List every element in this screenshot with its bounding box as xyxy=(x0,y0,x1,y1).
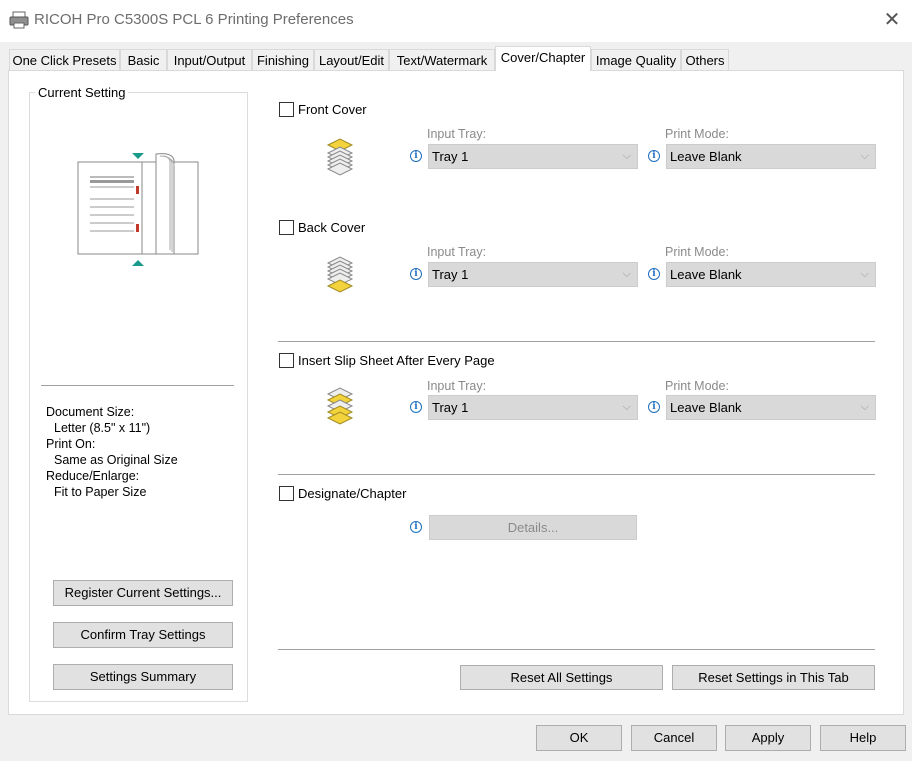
reduce-enlarge-label: Reduce/Enlarge: xyxy=(46,469,140,483)
front-cover-print-mode-label: Print Mode: xyxy=(665,127,729,141)
tab-one-click-presets[interactable]: One Click Presets xyxy=(9,49,120,70)
reset-all-settings-button[interactable]: Reset All Settings xyxy=(460,665,663,690)
close-icon[interactable]: ✕ xyxy=(878,6,906,34)
designate-chapter-label: Designate/Chapter xyxy=(298,486,407,501)
print-on-value: Same as Original Size xyxy=(54,453,178,467)
back-cover-stack-icon xyxy=(326,256,354,293)
footer-divider xyxy=(278,649,875,650)
info-icon[interactable]: i xyxy=(410,268,422,280)
chevron-down-icon: ⌵ xyxy=(860,150,869,162)
reset-settings-in-tab-button[interactable]: Reset Settings in This Tab xyxy=(672,665,875,690)
chevron-down-icon: ⌵ xyxy=(860,268,869,280)
window-title: RICOH Pro C5300S PCL 6 Printing Preferen… xyxy=(34,11,354,28)
front-cover-input-tray-label: Input Tray: xyxy=(427,127,487,141)
slip-sheet-input-tray-label: Input Tray: xyxy=(427,379,487,393)
front-cover-input-tray-value: Tray 1 xyxy=(432,149,469,164)
tab-image-quality[interactable]: Image Quality xyxy=(591,49,681,70)
tab-text-watermark[interactable]: Text/Watermark xyxy=(389,49,495,70)
slip-sheet-checkbox[interactable] xyxy=(279,353,294,368)
ok-button[interactable]: OK xyxy=(536,725,622,751)
chevron-down-icon: ⌵ xyxy=(860,401,869,413)
back-cover-print-mode-select[interactable]: Leave Blank ⌵ xyxy=(666,262,876,287)
back-cover-input-tray-value: Tray 1 xyxy=(432,267,469,282)
back-cover-label: Back Cover xyxy=(298,220,366,235)
front-cover-print-mode-value: Leave Blank xyxy=(670,149,742,164)
document-size-value: Letter (8.5" x 11") xyxy=(54,421,151,435)
document-size-label: Document Size: xyxy=(46,405,135,419)
info-icon[interactable]: i xyxy=(648,150,660,162)
slip-sheet-label: Insert Slip Sheet After Every Page xyxy=(298,353,495,368)
info-icon[interactable]: i xyxy=(410,401,422,413)
booklet-preview-image xyxy=(77,153,199,266)
designate-chapter-checkbox[interactable] xyxy=(279,486,294,501)
back-cover-print-mode-value: Leave Blank xyxy=(670,267,742,282)
info-icon[interactable]: i xyxy=(410,150,422,162)
slip-sheet-print-mode-select[interactable]: Leave Blank ⌵ xyxy=(666,395,876,420)
back-cover-input-tray-label: Input Tray: xyxy=(427,245,487,259)
section-divider xyxy=(278,474,875,475)
print-on-label: Print On: xyxy=(46,437,96,451)
slip-sheet-print-mode-label: Print Mode: xyxy=(665,379,729,393)
back-cover-input-tray-select[interactable]: Tray 1 ⌵ xyxy=(428,262,638,287)
tab-finishing[interactable]: Finishing xyxy=(252,49,314,70)
confirm-tray-settings-button[interactable]: Confirm Tray Settings xyxy=(53,622,233,648)
chevron-down-icon: ⌵ xyxy=(622,268,631,280)
info-icon[interactable]: i xyxy=(648,401,660,413)
slip-sheet-input-tray-value: Tray 1 xyxy=(432,400,469,415)
chevron-down-icon: ⌵ xyxy=(622,401,631,413)
slip-sheet-input-tray-select[interactable]: Tray 1 ⌵ xyxy=(428,395,638,420)
slip-sheet-stack-icon xyxy=(326,387,354,425)
front-cover-stack-icon xyxy=(326,138,354,176)
tab-cover-chapter[interactable]: Cover/Chapter xyxy=(495,46,591,71)
summary-divider xyxy=(41,385,234,386)
tab-layout-edit[interactable]: Layout/Edit xyxy=(314,49,389,70)
front-cover-input-tray-select[interactable]: Tray 1 ⌵ xyxy=(428,144,638,169)
settings-summary-button[interactable]: Settings Summary xyxy=(53,664,233,690)
info-icon[interactable]: i xyxy=(648,268,660,280)
tab-input-output[interactable]: Input/Output xyxy=(167,49,252,70)
help-button[interactable]: Help xyxy=(820,725,906,751)
printer-icon xyxy=(9,11,29,29)
register-current-settings-button[interactable]: Register Current Settings... xyxy=(53,580,233,606)
apply-button[interactable]: Apply xyxy=(725,725,811,751)
front-cover-label: Front Cover xyxy=(298,102,367,117)
tab-basic[interactable]: Basic xyxy=(120,49,167,70)
front-cover-checkbox[interactable] xyxy=(279,102,294,117)
title-bar: RICOH Pro C5300S PCL 6 Printing Preferen… xyxy=(0,0,912,42)
details-button[interactable]: Details... xyxy=(429,515,637,540)
cancel-button[interactable]: Cancel xyxy=(631,725,717,751)
front-cover-print-mode-select[interactable]: Leave Blank ⌵ xyxy=(666,144,876,169)
section-divider xyxy=(278,341,875,342)
tab-others[interactable]: Others xyxy=(681,49,729,70)
back-cover-print-mode-label: Print Mode: xyxy=(665,245,729,259)
info-icon[interactable]: i xyxy=(410,521,422,533)
slip-sheet-print-mode-value: Leave Blank xyxy=(670,400,742,415)
chevron-down-icon: ⌵ xyxy=(622,150,631,162)
back-cover-checkbox[interactable] xyxy=(279,220,294,235)
reduce-enlarge-value: Fit to Paper Size xyxy=(54,485,147,499)
current-setting-title: Current Setting xyxy=(35,85,129,100)
